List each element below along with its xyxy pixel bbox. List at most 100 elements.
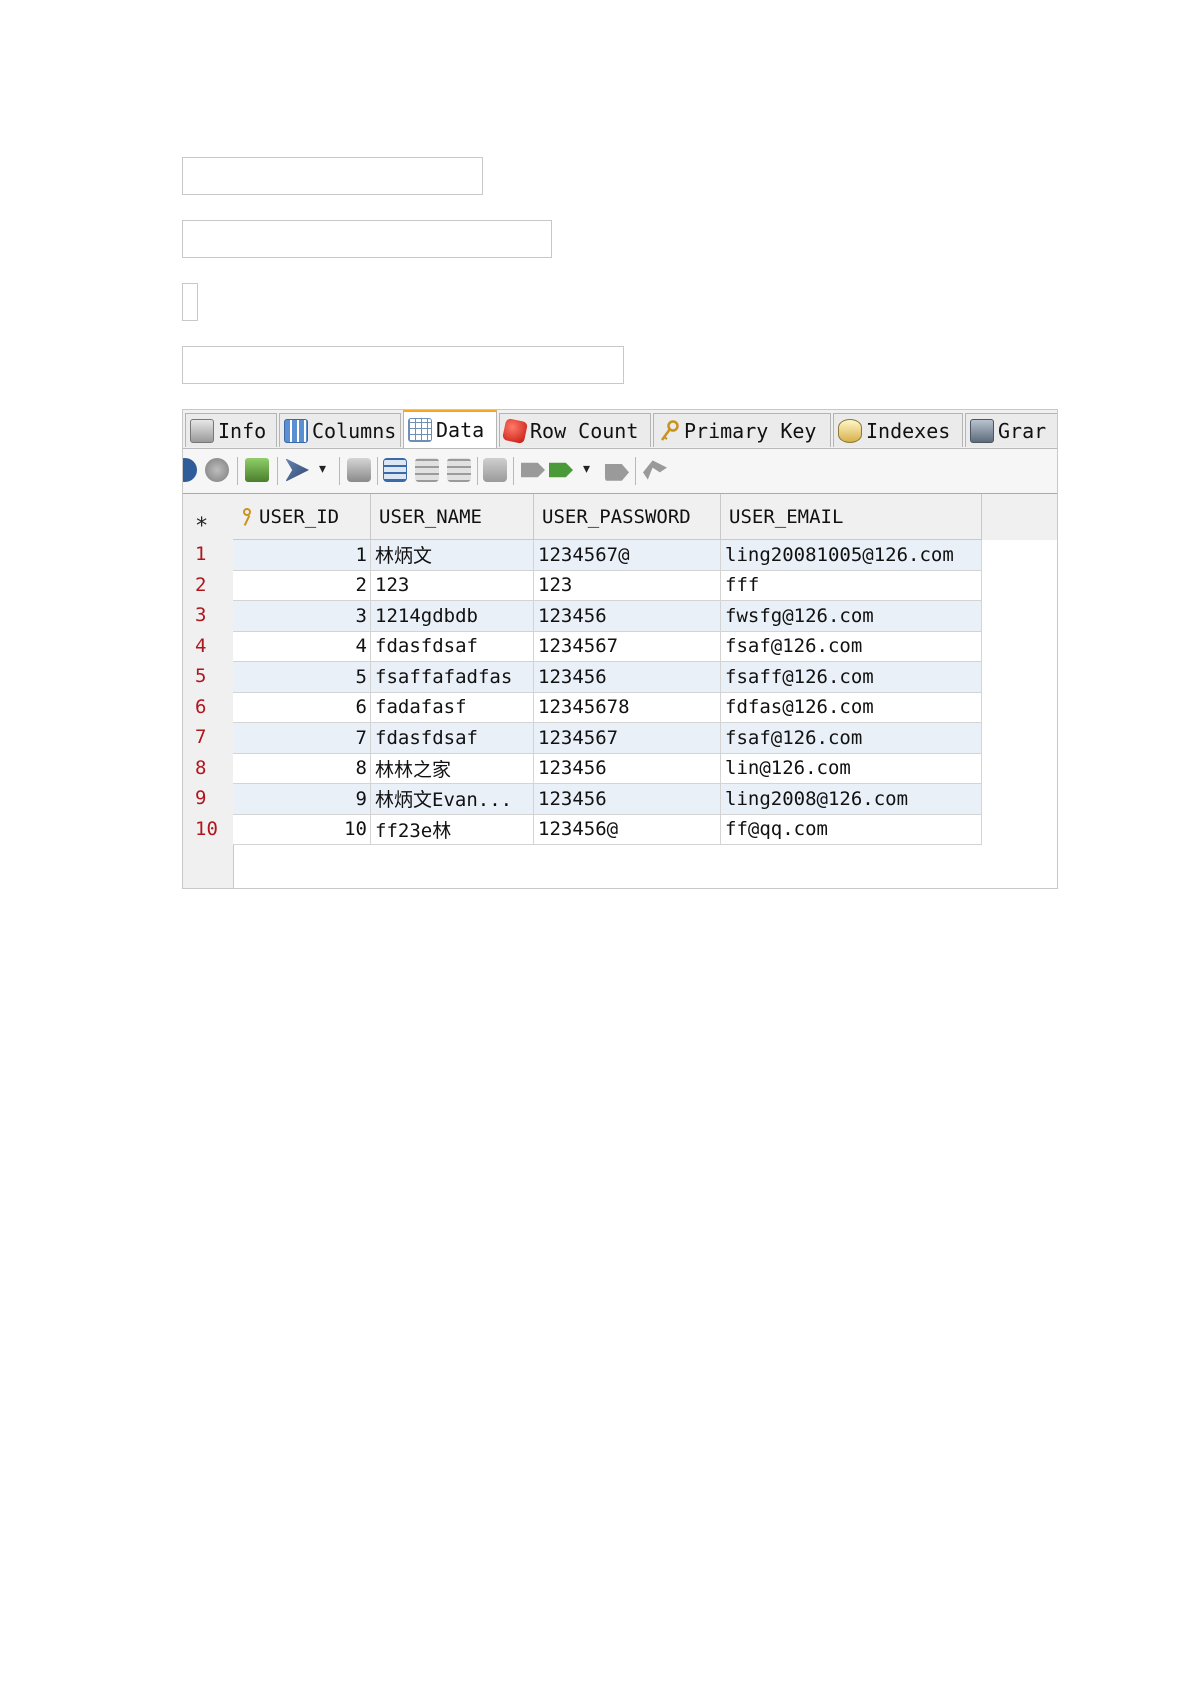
tab-indexes[interactable]: Indexes xyxy=(833,413,963,447)
table-cell-name[interactable]: fdasfdsaf xyxy=(371,723,534,754)
export-icon[interactable] xyxy=(245,458,269,482)
blank-text-box-2 xyxy=(182,220,552,258)
table-cell-password[interactable]: 12345678 xyxy=(534,692,721,723)
row-number[interactable]: 1 xyxy=(195,543,206,565)
table-cell-password[interactable]: 1234567@ xyxy=(534,540,721,571)
table-cell-id[interactable]: 4 xyxy=(233,631,371,662)
row-number[interactable]: 5 xyxy=(195,665,206,687)
row-number[interactable]: 7 xyxy=(195,726,206,748)
blank-text-box-3 xyxy=(182,283,198,321)
table-cell-name[interactable]: fadafasf xyxy=(371,692,534,723)
data-grid: * 1 2 3 4 5 6 7 8 9 10 USER_ID USER_NAME USER_PAS… xyxy=(183,494,1057,888)
table-cell-password[interactable]: 123456 xyxy=(534,601,721,632)
column-header-user-email[interactable]: USER_EMAIL xyxy=(721,494,982,540)
tab-grants[interactable]: Grar xyxy=(965,413,1057,447)
info-icon xyxy=(190,418,214,443)
table-cell-id[interactable]: 2 xyxy=(233,570,371,601)
table-cell-email[interactable]: fff xyxy=(721,570,982,601)
table-cell-password[interactable]: 123456 xyxy=(534,662,721,693)
refresh-icon[interactable] xyxy=(183,458,197,482)
table-cell-email[interactable]: fsaf@126.com xyxy=(721,631,982,662)
form-icon[interactable] xyxy=(483,458,507,482)
table-cell-name[interactable]: ff23e林 xyxy=(371,814,534,845)
table-cell-password[interactable]: 123 xyxy=(534,570,721,601)
new-row-marker: * xyxy=(195,514,209,539)
stop-icon[interactable] xyxy=(205,458,229,482)
column-header-label: USER_EMAIL xyxy=(729,505,844,528)
undo-icon[interactable] xyxy=(643,460,667,480)
tab-columns[interactable]: Columns xyxy=(279,413,401,447)
table-cell-email[interactable]: fdfas@126.com xyxy=(721,692,982,723)
table-cell-name[interactable]: 林林之家 xyxy=(371,753,534,784)
row-number[interactable]: 2 xyxy=(195,574,206,596)
tab-info[interactable]: Info xyxy=(185,413,277,447)
table-cell-id[interactable]: 7 xyxy=(233,723,371,754)
table-cell-id[interactable]: 5 xyxy=(233,662,371,693)
column-header-user-name[interactable]: USER_NAME xyxy=(371,494,534,540)
table-cell-email[interactable]: ff@qq.com xyxy=(721,814,982,845)
table-cell-email[interactable]: fsaf@126.com xyxy=(721,723,982,754)
filter-dropdown-arrow[interactable]: ▾ xyxy=(319,461,326,477)
row-number[interactable]: 8 xyxy=(195,757,206,779)
rollback-icon[interactable] xyxy=(549,462,573,478)
table-cell-email[interactable]: ling20081005@126.com xyxy=(721,540,982,571)
row-number[interactable]: 3 xyxy=(195,604,206,626)
data-grid-icon xyxy=(408,418,432,442)
table-cell-id[interactable]: 9 xyxy=(233,784,371,815)
table-cell-password[interactable]: 1234567 xyxy=(534,631,721,662)
column-header-label: USER_NAME xyxy=(379,505,482,528)
table-cell-id[interactable]: 3 xyxy=(233,601,371,632)
table-cell-id[interactable]: 1 xyxy=(233,540,371,571)
column-header-label: USER_PASSWORD xyxy=(542,505,691,528)
row-number[interactable]: 9 xyxy=(195,787,206,809)
columns-icon xyxy=(284,418,308,443)
grid-add-icon[interactable] xyxy=(383,458,407,482)
blank-text-box-1 xyxy=(182,157,483,195)
tab-label: Info xyxy=(218,418,267,443)
table-cell-password[interactable]: 123456 xyxy=(534,753,721,784)
tab-primary-key[interactable]: Primary Key xyxy=(653,413,831,447)
row-number[interactable]: 10 xyxy=(195,818,218,840)
table-cell-password[interactable]: 123456 xyxy=(534,784,721,815)
filter-icon[interactable] xyxy=(285,458,309,482)
table-cell-email[interactable]: ling2008@126.com xyxy=(721,784,982,815)
tab-label: Grar xyxy=(998,418,1047,443)
table-cell-name[interactable]: 1214gdbdb xyxy=(371,601,534,632)
table-cell-name[interactable]: fsaffafadfas xyxy=(371,662,534,693)
table-cell-password[interactable]: 123456@ xyxy=(534,814,721,845)
copy-icon[interactable] xyxy=(347,458,371,482)
table-cell-name[interactable]: 123 xyxy=(371,570,534,601)
row-number[interactable]: 4 xyxy=(195,635,206,657)
table-cell-id[interactable]: 10 xyxy=(233,814,371,845)
tab-data[interactable]: Data xyxy=(403,410,497,448)
table-cell-password[interactable]: 1234567 xyxy=(534,723,721,754)
grid-delete-icon[interactable] xyxy=(447,458,471,482)
column-header-user-id[interactable]: USER_ID xyxy=(233,494,371,540)
blank-text-box-4 xyxy=(182,346,624,384)
tab-row-count[interactable]: Row Count xyxy=(499,413,651,447)
table-cell-name[interactable]: 林炳文Evan... xyxy=(371,784,534,815)
tab-label: Data xyxy=(436,418,485,442)
grid-edit-icon[interactable] xyxy=(415,458,439,482)
rollback-dropdown-arrow[interactable]: ▾ xyxy=(583,461,590,477)
table-cell-name[interactable]: 林炳文 xyxy=(371,540,534,571)
grid-header-row: USER_ID USER_NAME USER_PASSWORD USER_EMA… xyxy=(233,494,1057,540)
table-cell-id[interactable]: 8 xyxy=(233,753,371,784)
primary-key-icon xyxy=(241,507,251,526)
table-cell-id[interactable]: 6 xyxy=(233,692,371,723)
row-number[interactable]: 6 xyxy=(195,696,206,718)
tab-bar: Info Columns Data Row Count Primary Key … xyxy=(183,410,1057,449)
row-number-column: * 1 2 3 4 5 6 7 8 9 10 xyxy=(183,494,234,888)
table-cell-email[interactable]: lin@126.com xyxy=(721,753,982,784)
commit-icon[interactable] xyxy=(521,462,545,478)
tool-icon[interactable] xyxy=(605,464,629,481)
data-toolbar: ▾ ▾ xyxy=(183,449,1057,494)
tab-label: Primary Key xyxy=(684,418,817,443)
dice-icon xyxy=(501,417,529,444)
table-cell-name[interactable]: fdasfdsaf xyxy=(371,631,534,662)
table-cell-email[interactable]: fsaff@126.com xyxy=(721,662,982,693)
table-cell-email[interactable]: fwsfg@126.com xyxy=(721,601,982,632)
column-header-user-password[interactable]: USER_PASSWORD xyxy=(534,494,721,540)
indexes-icon xyxy=(838,418,862,443)
table-editor-panel: Info Columns Data Row Count Primary Key … xyxy=(182,409,1058,889)
